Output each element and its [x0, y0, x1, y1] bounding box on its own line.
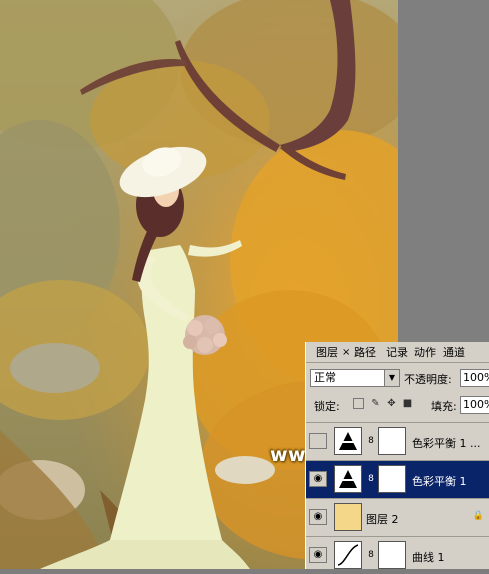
- layer-thumbnail: [334, 503, 362, 531]
- layer-mask-thumb[interactable]: [378, 465, 406, 493]
- opacity-field[interactable]: 100%: [460, 369, 489, 387]
- workspace-background: [398, 0, 489, 342]
- curves-icon: [334, 541, 362, 569]
- lock-icon[interactable]: ■: [402, 398, 413, 409]
- layer-row[interactable]: ◉ 8 曲线 1: [306, 536, 489, 574]
- link-icon: 8: [368, 550, 374, 560]
- layer-row-selected[interactable]: ◉ 8 色彩平衡 1: [306, 460, 489, 498]
- panel-tabs: 图层 × 路径 记录 动作 通道: [306, 342, 489, 363]
- layer-row[interactable]: ● 8 色彩平衡 1 ...: [306, 422, 489, 460]
- layers-panel[interactable]: 图层 × 路径 记录 动作 通道 正常 ▼ 不透明度: 100% 锁定: ✎ ✥…: [305, 342, 489, 569]
- blend-mode-value: 正常: [314, 371, 336, 384]
- lock-label: 锁定:: [314, 400, 340, 413]
- close-icon[interactable]: ×: [342, 345, 350, 361]
- tab-actions[interactable]: 动作: [414, 345, 436, 361]
- eye-icon[interactable]: ◉: [309, 471, 327, 487]
- eye-icon[interactable]: ◉: [309, 509, 327, 525]
- layer-name: 图层 2: [366, 513, 399, 526]
- layer-mask-thumb[interactable]: [378, 427, 406, 455]
- fill-label: 填充:: [431, 400, 457, 413]
- layer-name: 色彩平衡 1: [412, 475, 467, 488]
- tab-layers[interactable]: 图层: [316, 345, 338, 361]
- lock-row: 锁定: ✎ ✥ ■ 填充: 100%: [310, 396, 489, 414]
- fill-field[interactable]: 100%: [460, 396, 489, 414]
- tab-history[interactable]: 记录: [386, 345, 408, 361]
- move-icon[interactable]: ✥: [386, 398, 397, 409]
- eye-icon[interactable]: ◉: [309, 547, 327, 563]
- adjustment-icon: [334, 465, 362, 493]
- visibility-toggle[interactable]: ●: [309, 433, 327, 449]
- layer-name: 色彩平衡 1 ...: [412, 437, 481, 450]
- blend-mode-select[interactable]: 正常 ▼: [310, 369, 400, 387]
- tab-paths[interactable]: 路径: [354, 345, 376, 361]
- layer-row[interactable]: ◉ 图层 2 🔒: [306, 498, 489, 536]
- lock-icon: 🔒: [472, 511, 484, 521]
- brush-icon[interactable]: ✎: [370, 398, 381, 409]
- lock-transparency-icon[interactable]: [353, 398, 364, 409]
- adjustment-icon: [334, 427, 362, 455]
- link-icon: 8: [368, 474, 374, 484]
- opacity-label: 不透明度:: [404, 373, 452, 386]
- layer-name: 曲线 1: [412, 551, 445, 564]
- chevron-down-icon[interactable]: ▼: [384, 370, 399, 386]
- blend-row: 正常 ▼ 不透明度: 100%: [310, 369, 489, 389]
- link-icon: 8: [368, 436, 374, 446]
- layer-mask-thumb[interactable]: [378, 541, 406, 569]
- tab-channels[interactable]: 通道: [443, 345, 465, 361]
